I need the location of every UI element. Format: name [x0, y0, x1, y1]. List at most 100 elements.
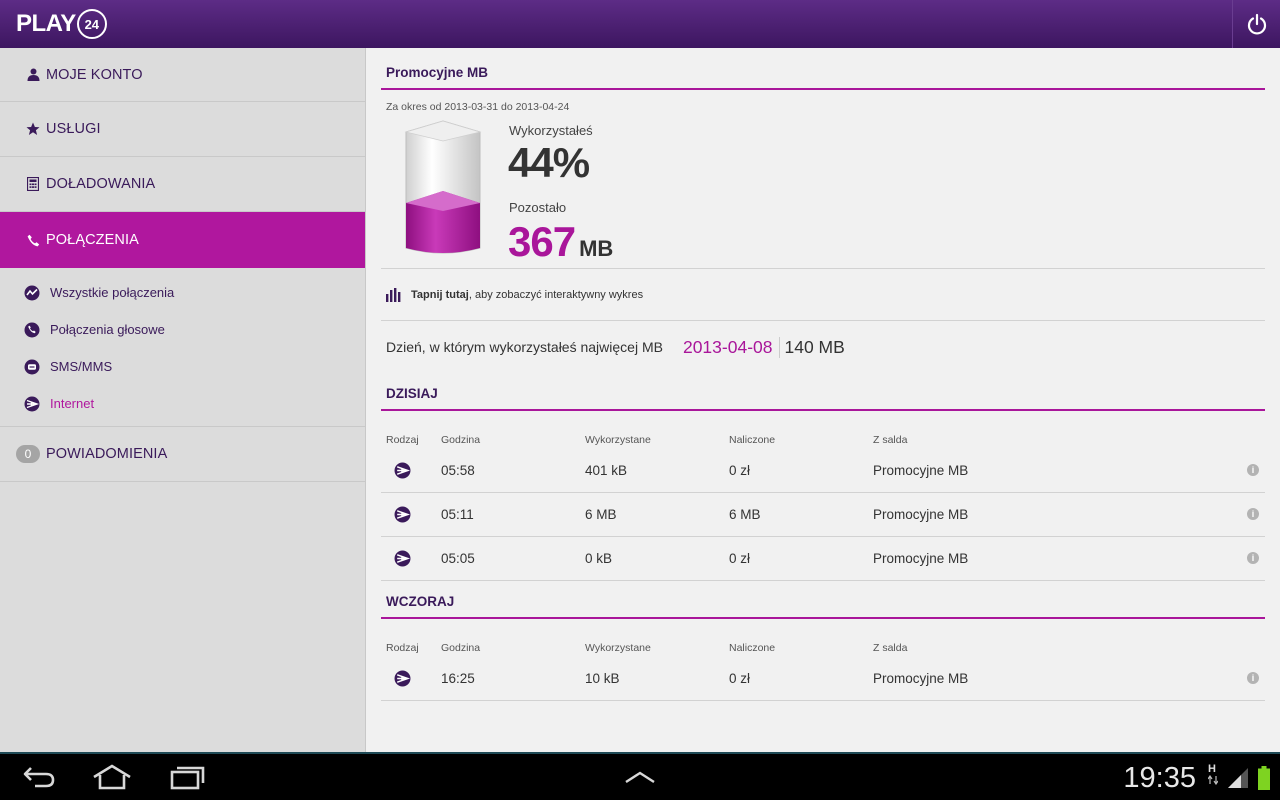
signal-icon — [1228, 768, 1248, 788]
remaining-label: Pozostało — [509, 200, 567, 215]
usage-gauge — [404, 120, 482, 254]
col-charged: Naliczone — [729, 434, 776, 446]
polaczenia-submenu: Wszystkie połączenia Połączenia głosowe … — [0, 268, 365, 427]
yesterday-table-header: Rodzaj Godzina Wykorzystane Naliczone Z … — [381, 619, 1265, 657]
tap-rest-text: , aby zobaczyć interaktywny wykres — [468, 288, 644, 301]
info-icon[interactable]: i — [1247, 552, 1259, 564]
table-row[interactable]: 05:58 401 kB 0 zł Promocyjne MB i — [381, 449, 1265, 493]
row-used: 401 kB — [585, 463, 628, 478]
info-icon[interactable]: i — [1247, 672, 1259, 684]
sidebar-subitem-label: Połączenia głosowe — [50, 322, 165, 337]
home-icon[interactable] — [92, 764, 132, 790]
status-clock: 19:35 — [1123, 762, 1196, 794]
row-charged: 0 zł — [729, 463, 751, 478]
activity-icon — [24, 285, 40, 300]
sidebar-item-polaczenia[interactable]: POŁĄCZENIA — [0, 212, 365, 268]
row-from: Promocyjne MB — [873, 551, 969, 566]
table-row[interactable]: 16:25 10 kB 0 zł Promocyjne MB i — [381, 657, 1265, 701]
col-used: Wykorzystane — [585, 434, 651, 446]
sidebar-item-uslugi[interactable]: USŁUGI — [0, 102, 365, 157]
col-from: Z salda — [873, 434, 908, 446]
row-used: 10 kB — [585, 671, 620, 686]
row-type-cell — [381, 670, 441, 687]
row-used: 6 MB — [585, 507, 617, 522]
remaining-number: 367 — [508, 218, 576, 265]
promo-section-title: Promocyjne MB — [381, 48, 1265, 90]
sidebar-subitem-wszystkie[interactable]: Wszystkie połączenia — [0, 274, 365, 311]
calculator-icon — [26, 177, 40, 191]
phone-icon — [26, 233, 40, 247]
chevron-up-icon[interactable] — [624, 770, 656, 784]
internet-icon — [394, 670, 411, 687]
notification-count-badge: 0 — [16, 445, 40, 463]
row-charged: 0 zł — [729, 551, 751, 566]
row-time: 05:11 — [441, 507, 474, 522]
row-from: Promocyjne MB — [873, 671, 969, 686]
col-from: Z salda — [873, 642, 908, 654]
row-type-cell — [381, 550, 441, 567]
logo-text: PLAY — [16, 10, 76, 37]
sidebar-subitem-glosowe[interactable]: Połączenia głosowe — [0, 311, 365, 348]
col-charged: Naliczone — [729, 642, 776, 654]
sidebar: MOJE KONTO USŁUGI DOŁADOWANIA POŁĄCZENIA… — [0, 48, 366, 752]
max-day-date: 2013-04-08 — [683, 336, 780, 358]
info-icon[interactable]: i — [1247, 464, 1259, 476]
remaining-unit: MB — [579, 236, 614, 261]
max-day-label: Dzień, w którym wykorzystałeś najwięcej … — [386, 339, 663, 355]
sidebar-subitem-label: Internet — [50, 396, 95, 411]
sidebar-item-label: DOŁADOWANIA — [46, 176, 156, 192]
play24-logo[interactable]: PLAY 24 — [16, 9, 107, 39]
internet-icon — [394, 462, 411, 479]
battery-icon — [1258, 766, 1270, 790]
sidebar-item-label: POWIADOMIENIA — [46, 446, 168, 462]
period-range: Za okres od 2013-03-31 do 2013-04-24 — [386, 101, 570, 113]
info-icon[interactable]: i — [1247, 508, 1259, 520]
used-label: Wykorzystałeś — [509, 123, 593, 138]
used-percentage: 44% — [508, 139, 590, 186]
usage-summary: Wykorzystałeś 44% Pozostało 367 MB — [381, 113, 1265, 269]
col-time: Godzina — [441, 642, 481, 654]
sidebar-item-label: POŁĄCZENIA — [46, 232, 139, 248]
table-row[interactable]: 05:11 6 MB 6 MB Promocyjne MB i — [381, 493, 1265, 537]
sidebar-subitem-internet[interactable]: Internet — [0, 385, 365, 422]
sidebar-item-moje-konto[interactable]: MOJE KONTO — [0, 48, 365, 102]
sidebar-subitem-label: SMS/MMS — [50, 359, 113, 374]
logo-number: 24 — [76, 9, 107, 39]
remaining-value: 367 MB — [508, 218, 613, 266]
interactive-chart-link[interactable]: Tapnij tutaj, aby zobaczyć interaktywny … — [381, 269, 1265, 321]
user-icon — [26, 68, 40, 82]
sidebar-item-doladowania[interactable]: DOŁADOWANIA — [0, 157, 365, 212]
row-charged: 6 MB — [729, 507, 761, 522]
col-type: Rodzaj — [386, 434, 419, 446]
sidebar-item-powiadomienia[interactable]: 0 POWIADOMIENIA — [0, 427, 365, 482]
star-icon — [26, 122, 40, 136]
network-type-label: H — [1208, 763, 1216, 775]
row-from: Promocyjne MB — [873, 507, 969, 522]
system-nav-bar: 19:35 H — [0, 752, 1280, 800]
tap-bold-text: Tapnij tutaj — [411, 288, 469, 301]
table-row[interactable]: 05:05 0 kB 0 zł Promocyjne MB i — [381, 537, 1265, 581]
network-type: H — [1207, 763, 1219, 788]
today-table-header: Rodzaj Godzina Wykorzystane Naliczone Z … — [381, 411, 1265, 449]
row-time: 16:25 — [441, 671, 475, 686]
max-day-value: 140 MB — [784, 336, 845, 357]
phone-circle-icon — [24, 322, 40, 337]
row-used: 0 kB — [585, 551, 613, 566]
sidebar-subitem-label: Wszystkie połączenia — [50, 285, 175, 300]
internet-icon — [394, 550, 411, 567]
row-type-cell — [381, 506, 441, 523]
back-icon[interactable] — [22, 764, 56, 790]
sidebar-subitem-sms[interactable]: SMS/MMS — [0, 348, 365, 385]
internet-icon — [24, 396, 40, 411]
row-time: 05:58 — [441, 463, 475, 478]
logout-button[interactable] — [1232, 0, 1280, 48]
message-icon — [24, 359, 40, 374]
row-from: Promocyjne MB — [873, 463, 969, 478]
row-type-cell — [381, 462, 441, 479]
bar-chart-icon — [386, 287, 401, 302]
main-content: Promocyjne MB Za okres od 2013-03-31 do … — [366, 48, 1280, 752]
recent-apps-icon[interactable] — [170, 764, 206, 790]
col-time: Godzina — [441, 434, 481, 446]
col-type: Rodzaj — [386, 642, 419, 654]
max-usage-day: Dzień, w którym wykorzystałeś najwięcej … — [381, 321, 1265, 373]
